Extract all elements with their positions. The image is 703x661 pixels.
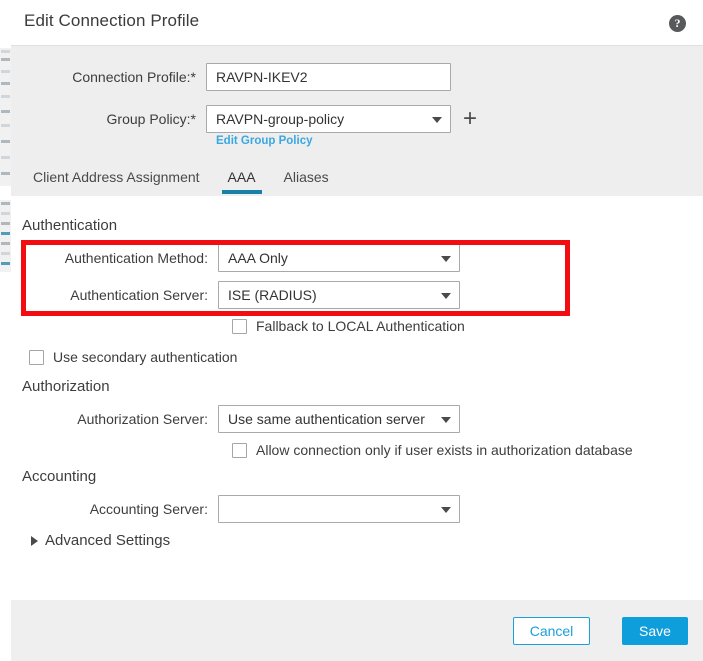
authentication-server-label: Authentication Server: (70, 287, 208, 303)
authentication-server-row: Authentication Server: ISE (RADIUS) (11, 281, 460, 309)
authorization-server-row: Authorization Server: Use same authentic… (11, 405, 460, 433)
aaa-tab-content: Authentication Authentication Method: AA… (11, 196, 703, 600)
accounting-server-row: Accounting Server: (11, 495, 460, 523)
group-policy-select-value: RAVPN-group-policy (216, 111, 345, 127)
top-form-area: Connection Profile:* Group Policy:* RAVP… (11, 46, 703, 196)
tab-aaa[interactable]: AAA (214, 164, 270, 194)
group-policy-row: Group Policy:* RAVPN-group-policy + (11, 105, 477, 133)
authentication-method-select[interactable]: AAA Only (218, 244, 460, 272)
page-title: Edit Connection Profile (24, 11, 200, 30)
connection-profile-row: Connection Profile:* (11, 63, 451, 91)
authorization-server-label: Authorization Server: (77, 411, 208, 427)
authentication-method-value: AAA Only (228, 250, 288, 266)
allow-connection-if-user-exists-label: Allow connection only if user exists in … (256, 442, 633, 458)
edit-group-policy-link[interactable]: Edit Group Policy (216, 135, 312, 147)
cancel-button[interactable]: Cancel (513, 617, 590, 645)
authentication-method-row: Authentication Method: AAA Only (11, 244, 460, 272)
use-secondary-authentication-checkbox[interactable] (29, 349, 44, 365)
dialog-header: Edit Connection Profile ? (11, 0, 703, 46)
accounting-server-select[interactable] (218, 495, 460, 523)
dialog-footer: Cancel Save (11, 600, 703, 661)
use-secondary-authentication-label: Use secondary authentication (53, 349, 238, 365)
use-secondary-authentication-row: Use secondary authentication (29, 349, 237, 365)
group-policy-label: Group Policy:* (106, 111, 196, 127)
authorization-server-select[interactable]: Use same authentication server (218, 405, 460, 433)
group-policy-select[interactable]: RAVPN-group-policy (206, 105, 451, 133)
fallback-local-auth-checkbox[interactable] (232, 318, 247, 334)
authorization-section-title: Authorization (22, 378, 110, 395)
fallback-local-auth-row: Fallback to LOCAL Authentication (232, 318, 465, 334)
connection-profile-input[interactable] (206, 63, 451, 91)
advanced-settings-label: Advanced Settings (45, 532, 171, 549)
connection-profile-label: Connection Profile:* (72, 69, 196, 85)
tab-aliases[interactable]: Aliases (270, 164, 343, 190)
accounting-server-label: Accounting Server: (89, 501, 208, 517)
authorization-server-value: Use same authentication server (228, 411, 425, 427)
tab-client-address-assignment[interactable]: Client Address Assignment (19, 164, 214, 190)
add-group-policy-icon[interactable]: + (463, 107, 477, 131)
edit-connection-profile-dialog: Edit Connection Profile ? Connection Pro… (11, 0, 703, 661)
authentication-server-select[interactable]: ISE (RADIUS) (218, 281, 460, 309)
chevron-down-icon (441, 507, 451, 513)
allow-connection-if-user-exists-row: Allow connection only if user exists in … (232, 442, 633, 458)
authentication-method-label: Authentication Method: (64, 250, 208, 266)
chevron-down-icon (441, 293, 451, 299)
chevron-right-icon (31, 535, 38, 546)
advanced-settings-toggle[interactable]: Advanced Settings (31, 532, 170, 549)
help-icon[interactable]: ? (669, 15, 686, 32)
authentication-section-title: Authentication (22, 217, 118, 234)
accounting-section-title: Accounting (22, 468, 97, 485)
tab-bar: Client Address Assignment AAA Aliases (11, 164, 343, 196)
chevron-down-icon (441, 256, 451, 262)
chevron-down-icon (432, 117, 442, 123)
authentication-server-value: ISE (RADIUS) (228, 287, 317, 303)
fallback-local-auth-label: Fallback to LOCAL Authentication (256, 318, 465, 334)
allow-connection-if-user-exists-checkbox[interactable] (232, 442, 247, 458)
save-button[interactable]: Save (622, 617, 688, 645)
chevron-down-icon (441, 417, 451, 423)
